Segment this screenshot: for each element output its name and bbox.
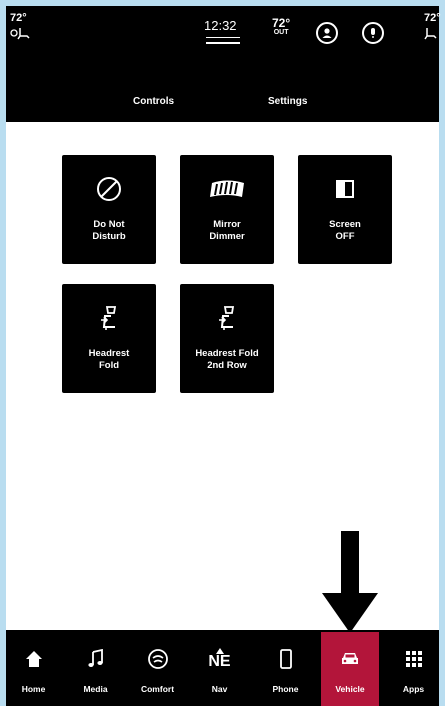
mirror-dimmer-icon [180,175,274,203]
nav-nav[interactable]: NE Nav [192,632,247,706]
compass-heading: NE [208,653,231,670]
headrest-fold-button[interactable]: Headrest Fold [62,284,156,393]
clock: 12:32 [204,18,237,33]
nav-vehicle[interactable]: Vehicle [321,632,379,706]
nav-label: Apps [402,684,425,694]
bottom-nav: Home Media Comfort NE Nav Phone Vehicle … [6,632,439,706]
headrest-icon [180,304,274,332]
nav-label: Nav [211,684,228,694]
driver-temperature[interactable]: 72° [10,12,27,24]
car-icon [321,648,379,670]
nav-label: Media [83,684,108,694]
comfort-icon [130,648,185,670]
seat-heat-icon[interactable] [10,26,32,43]
time-underline [206,42,240,44]
passenger-seat-icon[interactable] [424,26,438,43]
tile-label-line1: Screen [329,219,361,230]
do-not-disturb-icon [62,175,156,203]
tile-label-line2: Fold [98,360,120,371]
outside-label: OUT [273,29,289,36]
screen-off-button[interactable]: Screen OFF [298,155,392,264]
down-arrow-icon [322,531,378,638]
tile-label-line1: Do Not [93,219,125,230]
nav-comfort[interactable]: Comfort [130,632,185,706]
nav-label: Home [21,684,46,694]
tile-label-line1: Mirror [213,219,241,230]
headrest-fold-2nd-row-button[interactable]: Headrest Fold 2nd Row [180,284,274,393]
voice-mic-icon[interactable] [362,22,384,44]
tab-settings[interactable]: Settings [268,96,307,107]
compass-icon: NE [192,648,247,670]
do-not-disturb-button[interactable]: Do Not Disturb [62,155,156,264]
mirror-dimmer-button[interactable]: Mirror Dimmer [180,155,274,264]
apps-grid-icon [386,648,441,670]
tile-label-line2: Disturb [92,231,126,242]
profile-icon[interactable] [316,22,338,44]
nav-phone[interactable]: Phone [258,632,313,706]
outside-temperature: 72° OUT [272,17,290,38]
passenger-temperature[interactable]: 72° [424,12,441,24]
nav-label: Comfort [140,684,175,694]
time-divider [206,37,240,38]
nav-apps[interactable]: Apps [386,632,441,706]
tile-label-line1: Headrest Fold [195,348,259,359]
status-bar: 72° 12:32 72° OUT 72° [6,6,441,62]
tile-label-line2: OFF [335,231,355,242]
screen-off-icon [298,175,392,203]
phone-icon [258,648,313,670]
nav-media[interactable]: Media [68,632,123,706]
home-icon [6,648,61,670]
nav-home[interactable]: Home [6,632,61,706]
headrest-icon [62,304,156,332]
tile-label-line1: Headrest [88,348,130,359]
tab-controls[interactable]: Controls [133,96,174,107]
music-note-icon [68,648,123,670]
nav-label: Vehicle [335,684,365,694]
nav-label: Phone [272,684,299,694]
tab-bar: Controls Settings [6,84,439,122]
tile-label-line2: Dimmer [209,231,245,242]
tile-label-line2: 2nd Row [207,360,247,371]
